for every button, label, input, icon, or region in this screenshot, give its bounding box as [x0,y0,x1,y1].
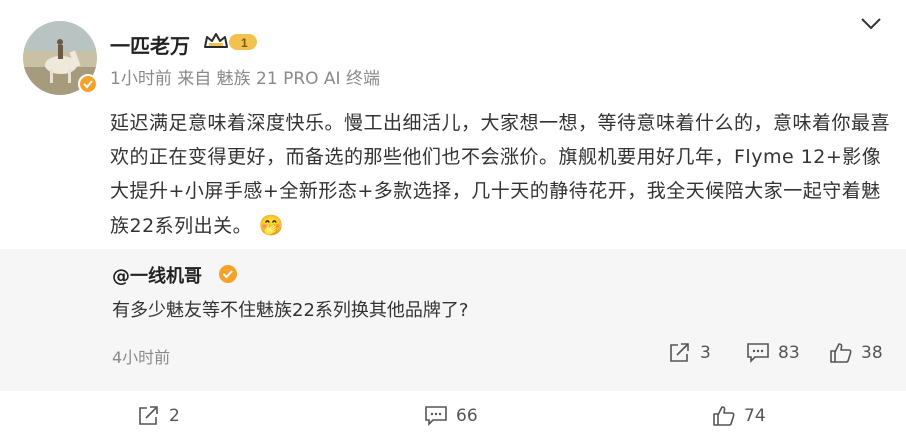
comment-icon [746,342,770,364]
comment-button[interactable]: 66 [424,405,478,427]
verified-badge-icon [78,74,98,94]
thumbs-up-icon [712,405,736,427]
repost-time: 4小时前 [112,348,171,367]
post-meta: 1小时前 来自 魅族 21 PRO AI 终端 [110,69,380,89]
repost-share-count: 3 [700,343,711,363]
thumbs-up-icon [829,342,853,364]
repost-share-button[interactable]: 3 [668,342,711,364]
verified-badge-icon [218,264,238,288]
share-icon [668,342,692,364]
level-badge-text: 1 [241,36,248,50]
repost-like-button[interactable]: 38 [829,342,883,364]
emoji: 🤭 [258,213,285,237]
like-count: 74 [744,406,766,426]
repost-comment-count: 83 [778,343,800,363]
share-icon [137,405,161,427]
repost-author[interactable]: @一线机哥 [112,262,202,288]
post-text: 延迟满足意味着深度快乐。慢工出细活儿，大家想一想，等待意味着什么的，意味着你最喜… [110,112,891,237]
like-button[interactable]: 74 [712,405,766,427]
chevron-down-icon[interactable] [860,16,882,35]
share-button[interactable]: 2 [137,405,180,427]
repost-comment-button[interactable]: 83 [746,342,800,364]
repost-text: 有多少魅友等不住魅族22系列换其他品牌了? [112,300,469,321]
share-count: 2 [169,406,180,426]
comment-icon [424,405,448,427]
author-name[interactable]: 一匹老万 [110,30,190,59]
comment-count: 66 [456,406,478,426]
post-content: 延迟满足意味着深度快乐。慢工出细活儿，大家想一想，等待意味着什么的，意味着你最喜… [110,106,890,243]
level-badge[interactable]: 1 [203,31,259,57]
repost-like-count: 38 [861,343,883,363]
